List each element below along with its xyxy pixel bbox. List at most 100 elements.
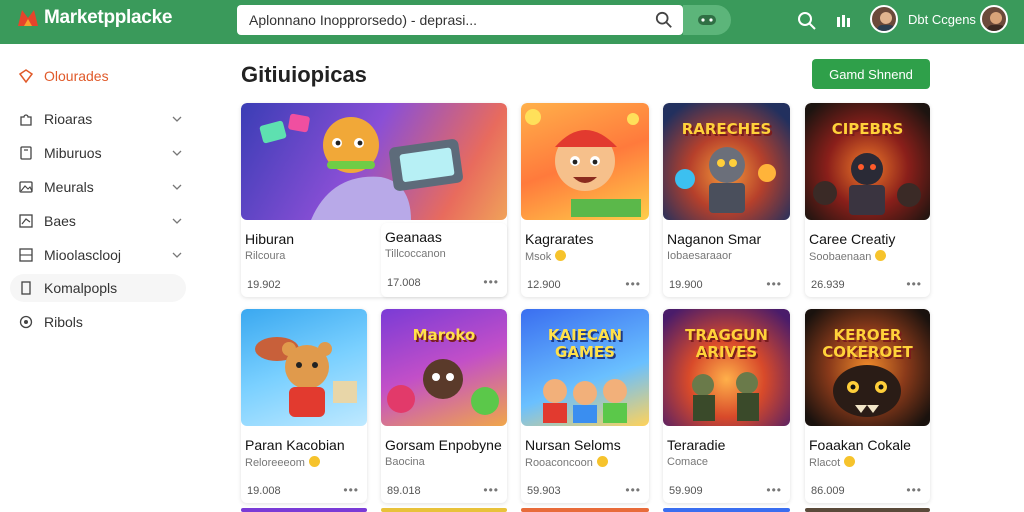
chevron-down-icon[interactable] xyxy=(172,216,182,226)
sidebar-item-olourades[interactable]: Olourades xyxy=(10,62,186,90)
emoji-icon xyxy=(308,456,320,467)
game-thumbnail[interactable] xyxy=(521,103,649,220)
more-options-icon[interactable]: ••• xyxy=(625,483,641,497)
search-icon[interactable] xyxy=(655,11,673,29)
bar-chart-icon[interactable] xyxy=(833,10,855,32)
card-subtitle: Rilcoura xyxy=(245,250,286,262)
card-price: 89.018 xyxy=(387,485,421,497)
game-card[interactable]: Geanaas Tillcoccanon 17.008 ••• xyxy=(381,223,507,297)
card-title[interactable]: Caree Creatiy xyxy=(809,231,895,247)
card-title[interactable]: Nursan Seloms xyxy=(525,437,621,453)
next-row-card-peek xyxy=(381,508,507,512)
more-options-icon[interactable]: ••• xyxy=(906,483,922,497)
sidebar-item-label: Baes xyxy=(44,213,76,229)
game-card[interactable]: TRAGGUN ARIVES Teraradie Comace 59.909 •… xyxy=(663,309,790,503)
card-subtitle: Reloreeeom xyxy=(245,456,320,469)
card-subtitle: Iobaesaraaor xyxy=(667,250,732,262)
more-options-icon[interactable]: ••• xyxy=(766,483,782,497)
bookmark-icon xyxy=(18,280,34,296)
card-title[interactable]: Foaakan Cokale xyxy=(809,437,911,453)
card-price: 86.009 xyxy=(811,485,845,497)
avatar[interactable] xyxy=(870,5,898,33)
search-bar[interactable] xyxy=(237,5,683,35)
bear-illustration xyxy=(255,337,357,417)
app-logo[interactable]: Marketpplacke xyxy=(16,6,172,30)
card-subtitle: Baocina xyxy=(385,456,425,468)
card-price: 26.939 xyxy=(811,279,845,291)
more-options-icon[interactable]: ••• xyxy=(343,483,359,497)
emoji-icon xyxy=(844,456,856,467)
game-card[interactable]: Kagrarates Msok 12.900 ••• xyxy=(521,103,649,297)
chevron-down-icon[interactable] xyxy=(172,182,182,192)
card-title[interactable]: Geanaas xyxy=(385,229,442,245)
sidebar-item-baes[interactable]: Baes xyxy=(10,207,186,235)
book-icon xyxy=(18,145,34,161)
sidebar-item-label: Mioolasclooj xyxy=(44,247,122,263)
create-game-button[interactable]: Gamd Shnend xyxy=(812,59,930,89)
sidebar-item-mioolasclooj[interactable]: Mioolasclooj xyxy=(10,241,186,269)
image-icon xyxy=(18,179,34,195)
chevron-down-icon[interactable] xyxy=(172,250,182,260)
game-card[interactable]: RARECHES Naganon Smar Iobaesaraaor 19.90… xyxy=(663,103,790,297)
card-title[interactable]: Teraradie xyxy=(667,437,725,453)
sidebar-item-meurals[interactable]: Meurals xyxy=(10,173,186,201)
card-subtitle: Rlacot xyxy=(809,456,856,469)
user-name[interactable]: Dbt Ccgens xyxy=(908,12,976,27)
game-card[interactable]: Maroko Gorsam Enpobyne Baocina 89.018 ••… xyxy=(381,309,507,503)
sidebar-item-label: Meurals xyxy=(44,179,94,195)
more-options-icon[interactable]: ••• xyxy=(483,275,499,289)
more-options-icon[interactable]: ••• xyxy=(625,277,641,291)
gamepad-icon xyxy=(698,15,716,25)
game-card[interactable]: CIPEBRS Caree Creatiy Soobaenaan 26.939 … xyxy=(805,103,930,297)
game-card[interactable]: KEROER COKEROET Foaakan Cokale Rlacot 86… xyxy=(805,309,930,503)
card-title[interactable]: Paran Kacobian xyxy=(245,437,345,453)
card-subtitle: Soobaenaan xyxy=(809,250,887,263)
settings-icon xyxy=(18,314,34,330)
sidebar-item-label: Rioaras xyxy=(44,111,93,127)
search-input[interactable] xyxy=(249,12,649,28)
game-thumbnail[interactable]: Maroko xyxy=(381,309,507,426)
grid-icon xyxy=(18,247,34,263)
sidebar: Olourades Rioaras Miburuos Meurals Baes xyxy=(0,44,200,512)
characters-illustration xyxy=(543,379,627,423)
game-card[interactable]: KAIECAN GAMES Nursan Seloms Rooaconcoon … xyxy=(521,309,649,503)
gamepad-search-button[interactable] xyxy=(683,5,731,35)
game-thumbnail[interactable] xyxy=(241,309,367,426)
page-title: Gitiuiopicas xyxy=(241,62,367,87)
game-thumbnail[interactable]: KAIECAN GAMES xyxy=(521,309,649,426)
chevron-down-icon[interactable] xyxy=(172,114,182,124)
card-title[interactable]: Naganon Smar xyxy=(667,231,761,247)
more-options-icon[interactable]: ••• xyxy=(483,483,499,497)
card-title[interactable]: Hiburan xyxy=(245,231,294,247)
emoji-icon xyxy=(596,456,608,467)
sidebar-item-ribols[interactable]: Ribols xyxy=(10,308,186,336)
sidebar-item-label: Komalpopls xyxy=(44,280,118,296)
tag-icon xyxy=(18,68,34,84)
sidebar-item-miburuos[interactable]: Miburuos xyxy=(10,139,186,167)
search-icon[interactable] xyxy=(796,10,818,32)
chevron-down-icon[interactable] xyxy=(172,148,182,158)
profile-avatar[interactable] xyxy=(980,5,1008,33)
card-subtitle: Msok xyxy=(525,250,567,263)
character-illustration xyxy=(387,359,499,415)
game-card[interactable]: Paran Kacobian Reloreeeom 19.008 ••• xyxy=(241,309,367,503)
more-options-icon[interactable]: ••• xyxy=(906,277,922,291)
more-options-icon[interactable]: ••• xyxy=(766,277,782,291)
next-row-card-peek xyxy=(241,508,367,512)
card-price: 19.902 xyxy=(247,279,281,291)
card-price: 17.008 xyxy=(387,277,421,289)
game-thumbnail[interactable]: RARECHES xyxy=(663,103,790,220)
card-price: 19.900 xyxy=(669,279,703,291)
card-price: 12.900 xyxy=(527,279,561,291)
card-title[interactable]: Kagrarates xyxy=(525,231,593,247)
card-subtitle: Comace xyxy=(667,456,708,468)
sidebar-item-rioaras[interactable]: Rioaras xyxy=(10,105,186,133)
game-thumbnail[interactable]: KEROER COKEROET xyxy=(805,309,930,426)
game-thumbnail[interactable]: CIPEBRS xyxy=(805,103,930,220)
emoji-icon xyxy=(875,250,887,261)
puzzle-icon xyxy=(18,111,34,127)
emoji-icon xyxy=(555,250,567,261)
card-title[interactable]: Gorsam Enpobyne xyxy=(385,437,502,453)
sidebar-item-komalpopls[interactable]: Komalpopls xyxy=(10,274,186,302)
game-thumbnail[interactable]: TRAGGUN ARIVES xyxy=(663,309,790,426)
